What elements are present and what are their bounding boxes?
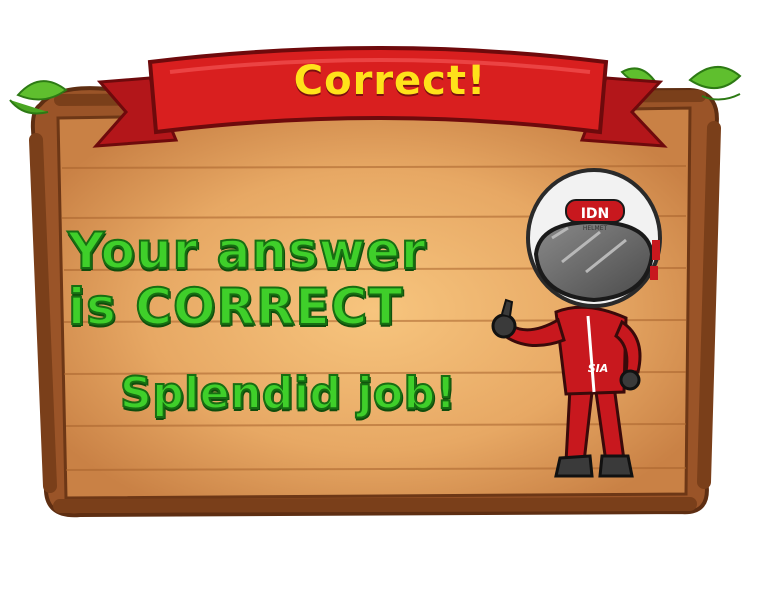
- result-popup: IDN HELMET SIA Correct! Your answer is C…: [0, 0, 757, 590]
- message-line-2: is CORRECT: [67, 277, 404, 337]
- helmet-sub: HELMET: [583, 225, 608, 232]
- helmet-brand: IDN: [581, 206, 610, 222]
- message-line-3: Splendid job!: [119, 367, 457, 420]
- suit-badge: SIA: [588, 362, 609, 375]
- message-line-1: Your answer: [67, 221, 427, 281]
- banner-title: Correct!: [293, 58, 487, 104]
